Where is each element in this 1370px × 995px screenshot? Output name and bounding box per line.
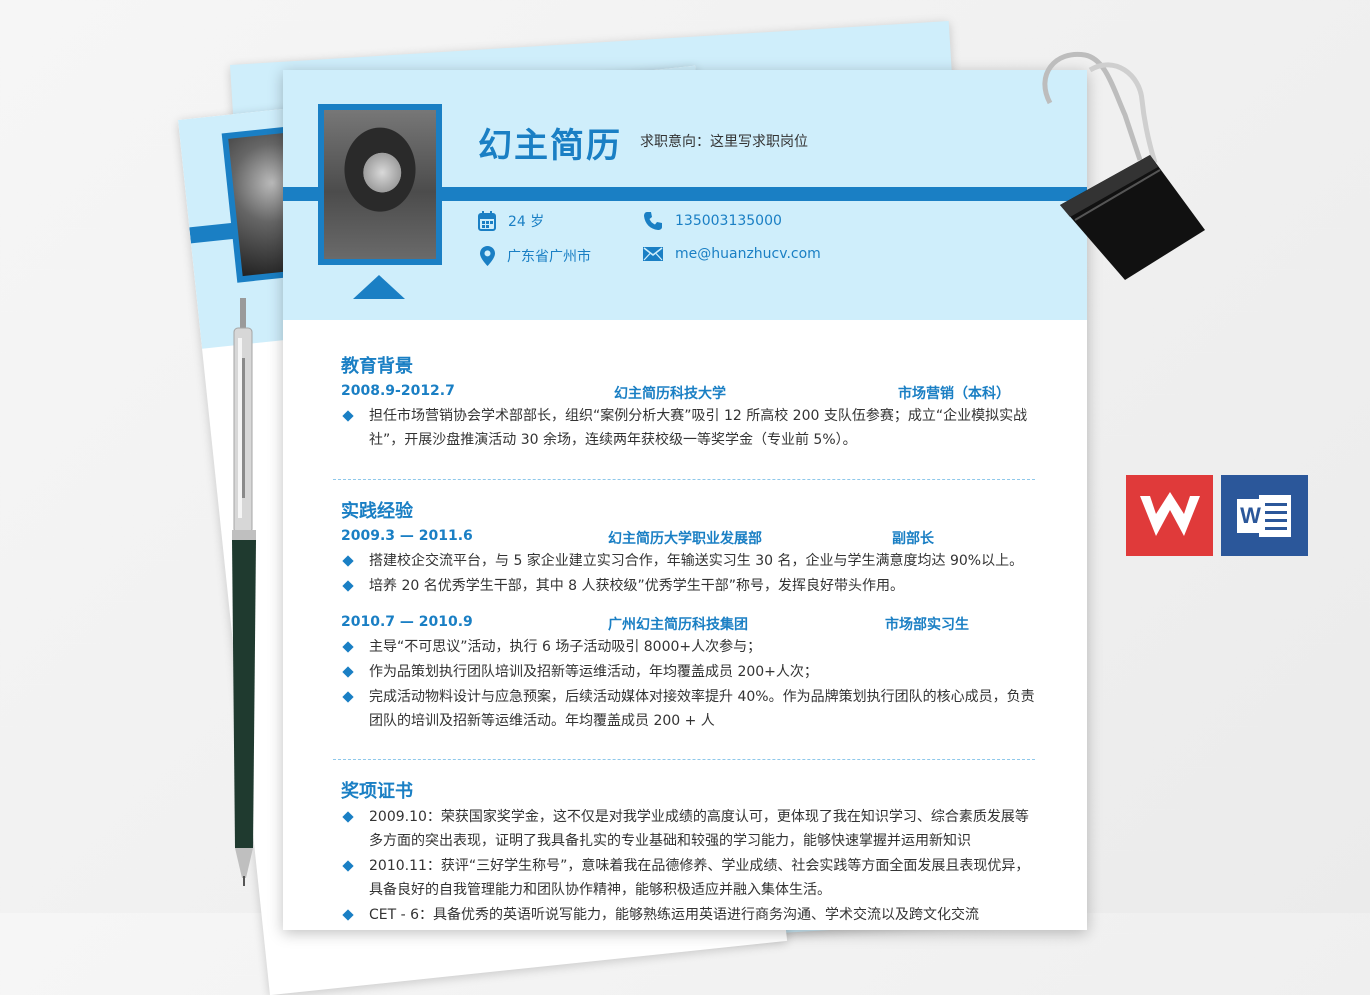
binder-clip-icon (1042, 51, 1205, 280)
age-text: 24 岁 (508, 214, 545, 230)
email-info: me@huanzhucv.com (643, 246, 821, 262)
mail-icon (643, 247, 663, 261)
resume-sheet: 幻主简历 求职意向：这里写求职岗位 24 岁 135003135000 广东省广… (283, 70, 1087, 930)
job-role: 市场部实习生 (885, 617, 969, 633)
education-school: 幻主简历科技大学 (614, 386, 726, 402)
job-role: 副部长 (892, 531, 934, 547)
phone-text: 135003135000 (675, 213, 782, 229)
calendar-icon (478, 211, 496, 231)
resume-name: 幻主简历 (478, 126, 622, 166)
pen-icon (232, 298, 256, 886)
job-bullet: 培养 20 名优秀学生干部，其中 8 人获校级”优秀学生干部”称号，发挥良好带头… (341, 574, 1041, 598)
award-bullet: 2009.10：荣获国家奖学金，这不仅是对我学业成绩的高度认可，更体现了我在知识… (341, 805, 1041, 853)
job-date: 2009.3 — 2011.6 (341, 528, 473, 544)
job-intent: 求职意向：这里写求职岗位 (640, 134, 808, 150)
job-org: 广州幻主简历科技集团 (608, 617, 748, 633)
section-title-awards: 奖项证书 (341, 781, 413, 802)
phone-icon (644, 212, 662, 230)
section-divider (333, 759, 1035, 760)
word-app-icon: W (1221, 475, 1308, 556)
phone-info: 135003135000 (643, 211, 782, 231)
job-bullet: 搭建校企交流平台，与 5 家企业建立实习合作，年输送实习生 30 名，企业与学生… (341, 549, 1041, 573)
section-title-education: 教育背景 (341, 356, 413, 377)
profile-photo (318, 104, 442, 265)
award-bullet: 2010.11：获评“三好学生称号”，意味着我在品德修养、学业成绩、社会实践等方… (341, 854, 1041, 902)
job-org: 幻主简历大学职业发展部 (608, 531, 762, 547)
education-bullet: 担任市场营销协会学术部部长，组织“案例分析大赛”吸引 12 所高校 200 支队… (341, 404, 1041, 452)
award-bullet: CET - 6：具备优秀的英语听说写能力，能够熟练运用英语进行商务沟通、学术交流… (341, 903, 1041, 927)
job-date: 2010.7 — 2010.9 (341, 614, 473, 630)
age-info: 24 岁 (478, 211, 544, 231)
wps-app-icon (1126, 475, 1213, 556)
location-text: 广东省广州市 (507, 249, 591, 265)
section-title-practice: 实践经验 (341, 501, 413, 522)
job-bullet: 主导“不可思议”活动，执行 6 场子活动吸引 8000+人次参与； (341, 635, 1041, 659)
email-text: me@huanzhucv.com (675, 246, 821, 262)
section-divider (333, 479, 1035, 480)
job-bullet: 作为品策划执行团队培训及招新等运维活动，年均覆盖成员 200+人次； (341, 660, 1041, 684)
education-date: 2008.9-2012.7 (341, 383, 455, 399)
job-bullet: 完成活动物料设计与应急预案，后续活动媒体对接效率提升 40%。作为品牌策划执行团… (341, 685, 1041, 733)
photo-pointer (353, 275, 405, 299)
education-major: 市场营销（本科） (898, 386, 1010, 402)
location-info: 广东省广州市 (480, 246, 591, 266)
location-pin-icon (480, 246, 495, 266)
